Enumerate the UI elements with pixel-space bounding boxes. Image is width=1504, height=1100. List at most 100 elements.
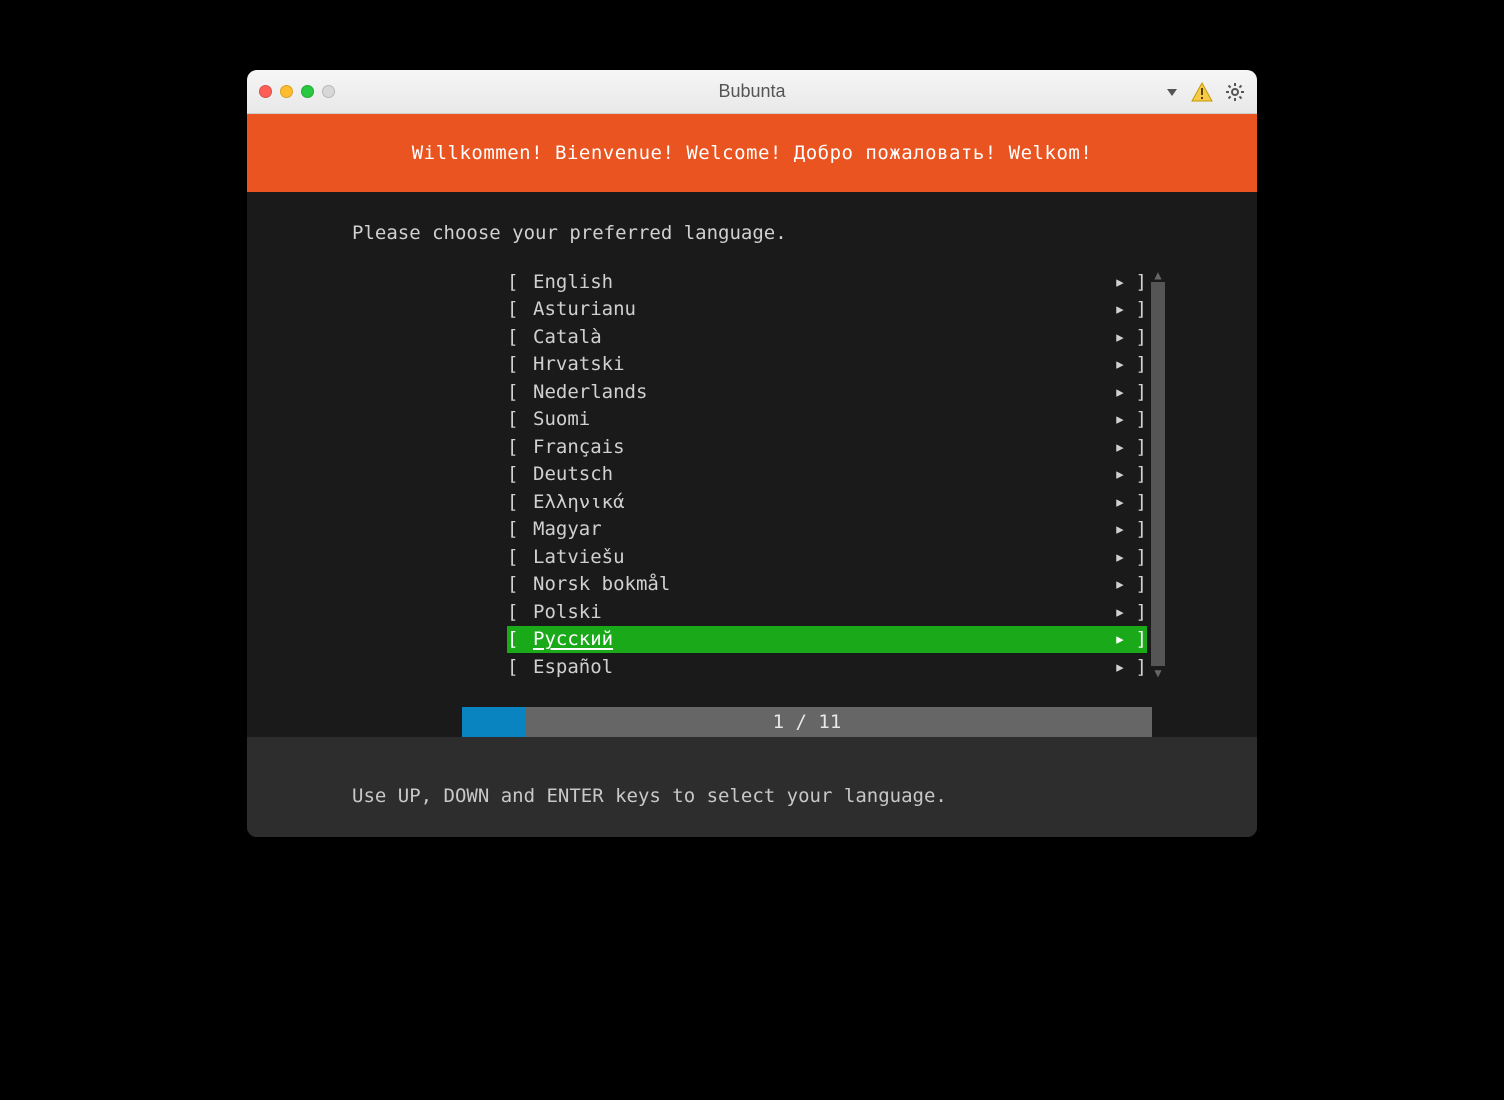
traffic-lights (259, 85, 335, 98)
language-option[interactable]: [ Nederlands▸] (507, 378, 1147, 406)
language-option[interactable]: [ Deutsch▸] (507, 461, 1147, 489)
bracket-left: [ (507, 381, 533, 403)
language-name: Magyar (533, 518, 1107, 540)
language-option[interactable]: [ Magyar▸] (507, 516, 1147, 544)
bracket-left: [ (507, 326, 533, 348)
language-name: Català (533, 326, 1107, 348)
language-option[interactable]: [ Ελληνικά▸] (507, 488, 1147, 516)
terminal-body: Please choose your preferred language. [… (247, 192, 1257, 837)
language-option[interactable]: [ Español▸] (507, 653, 1147, 681)
progress-label: 1 / 11 (773, 711, 842, 733)
bracket-right: ] (1133, 408, 1147, 430)
warning-icon[interactable] (1191, 82, 1213, 102)
scroll-up-icon[interactable]: ▲ (1154, 268, 1161, 282)
bracket-right: ] (1133, 656, 1147, 678)
bracket-right: ] (1133, 491, 1147, 513)
bracket-right: ] (1133, 546, 1147, 568)
bracket-left: [ (507, 463, 533, 485)
submenu-arrow-icon: ▸ (1107, 573, 1133, 595)
submenu-arrow-icon: ▸ (1107, 271, 1133, 293)
submenu-arrow-icon: ▸ (1107, 353, 1133, 375)
bracket-left: [ (507, 518, 533, 540)
bracket-left: [ (507, 573, 533, 595)
submenu-arrow-icon: ▸ (1107, 436, 1133, 458)
language-option[interactable]: [ Català▸] (507, 323, 1147, 351)
language-list[interactable]: [ English▸][ Asturianu▸][ Català▸][ Hrva… (247, 268, 1257, 681)
language-option[interactable]: [ Norsk bokmål▸] (507, 571, 1147, 599)
submenu-arrow-icon: ▸ (1107, 381, 1133, 403)
minimize-icon[interactable] (280, 85, 293, 98)
language-name: English (533, 271, 1107, 293)
language-option[interactable]: [ Hrvatski▸] (507, 351, 1147, 379)
gear-icon[interactable] (1225, 82, 1245, 102)
submenu-arrow-icon: ▸ (1107, 408, 1133, 430)
language-name: Latviešu (533, 546, 1107, 568)
window-title: Bubunta (718, 81, 785, 102)
bracket-left: [ (507, 408, 533, 430)
dropdown-icon[interactable] (1165, 85, 1179, 99)
submenu-arrow-icon: ▸ (1107, 628, 1133, 650)
submenu-arrow-icon: ▸ (1107, 546, 1133, 568)
scrollbar[interactable]: ▲ ▼ (1151, 268, 1165, 680)
titlebar: Bubunta (247, 70, 1257, 114)
language-name: Nederlands (533, 381, 1107, 403)
bracket-right: ] (1133, 601, 1147, 623)
submenu-arrow-icon: ▸ (1107, 491, 1133, 513)
submenu-arrow-icon: ▸ (1107, 326, 1133, 348)
language-name: Suomi (533, 408, 1107, 430)
submenu-arrow-icon: ▸ (1107, 601, 1133, 623)
bracket-left: [ (507, 436, 533, 458)
bracket-left: [ (507, 628, 533, 650)
bracket-left: [ (507, 491, 533, 513)
bracket-right: ] (1133, 353, 1147, 375)
bracket-right: ] (1133, 381, 1147, 403)
submenu-arrow-icon: ▸ (1107, 518, 1133, 540)
bracket-left: [ (507, 353, 533, 375)
language-name: Norsk bokmål (533, 573, 1107, 595)
prompt-text: Please choose your preferred language. (247, 222, 1257, 268)
progress-bar: 1 / 11 (462, 707, 1152, 737)
footer-hint: Use UP, DOWN and ENTER keys to select yo… (247, 755, 1257, 837)
language-name: Asturianu (533, 298, 1107, 320)
language-name: Polski (533, 601, 1107, 623)
language-name: Français (533, 436, 1107, 458)
welcome-text: Willkommen! Bienvenue! Welcome! Добро по… (412, 142, 1093, 164)
bracket-right: ] (1133, 573, 1147, 595)
language-name: Русский (533, 628, 1107, 650)
bracket-left: [ (507, 546, 533, 568)
progress-fill (462, 707, 525, 737)
language-name: Deutsch (533, 463, 1107, 485)
language-option[interactable]: [ English▸] (507, 268, 1147, 296)
welcome-banner: Willkommen! Bienvenue! Welcome! Добро по… (247, 114, 1257, 192)
bracket-left: [ (507, 656, 533, 678)
bracket-right: ] (1133, 518, 1147, 540)
bracket-right: ] (1133, 326, 1147, 348)
submenu-arrow-icon: ▸ (1107, 463, 1133, 485)
vm-window: Bubunta (247, 70, 1257, 837)
bracket-left: [ (507, 298, 533, 320)
language-name: Hrvatski (533, 353, 1107, 375)
language-option[interactable]: [ Asturianu▸] (507, 296, 1147, 324)
bracket-right: ] (1133, 298, 1147, 320)
submenu-arrow-icon: ▸ (1107, 298, 1133, 320)
scroll-down-icon[interactable]: ▼ (1154, 666, 1161, 680)
bracket-right: ] (1133, 271, 1147, 293)
disabled-dot-icon (322, 85, 335, 98)
bracket-right: ] (1133, 628, 1147, 650)
language-option[interactable]: [ Русский▸] (507, 626, 1147, 654)
scroll-track[interactable] (1151, 282, 1165, 666)
bracket-right: ] (1133, 463, 1147, 485)
zoom-icon[interactable] (301, 85, 314, 98)
bracket-left: [ (507, 601, 533, 623)
language-option[interactable]: [ Suomi▸] (507, 406, 1147, 434)
progress-area: 1 / 11 (247, 707, 1257, 737)
bracket-left: [ (507, 271, 533, 293)
language-option[interactable]: [ Français▸] (507, 433, 1147, 461)
language-option[interactable]: [ Latviešu▸] (507, 543, 1147, 571)
language-option[interactable]: [ Polski▸] (507, 598, 1147, 626)
language-name: Ελληνικά (533, 491, 1107, 513)
language-name: Español (533, 656, 1107, 678)
close-icon[interactable] (259, 85, 272, 98)
submenu-arrow-icon: ▸ (1107, 656, 1133, 678)
bracket-right: ] (1133, 436, 1147, 458)
